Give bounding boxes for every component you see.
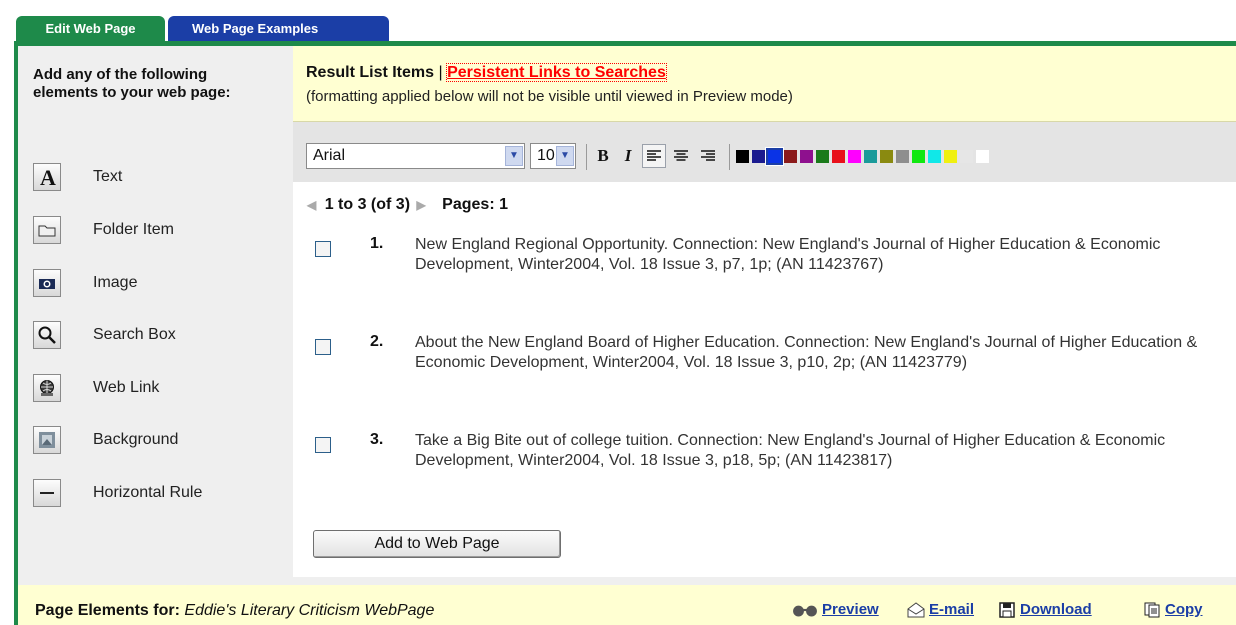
sidebar-item-image[interactable]: Image: [33, 268, 137, 298]
color-swatch[interactable]: [784, 150, 797, 163]
color-swatch[interactable]: [944, 150, 957, 163]
color-swatch[interactable]: [928, 150, 941, 163]
copy-link[interactable]: Copy: [1143, 601, 1203, 618]
color-swatch[interactable]: [765, 147, 784, 166]
header-title-row: Result List Items | Persistent Links to …: [306, 63, 667, 82]
font-select[interactable]: Arial ▼: [306, 143, 525, 169]
sidebar-item-label: Search Box: [93, 326, 176, 343]
align-left-icon: [647, 150, 661, 161]
result-number: 1.: [370, 235, 384, 252]
email-link-label[interactable]: E-mail: [929, 601, 974, 618]
pager: ◀ 1 to 3 (of 3) ▶ Pages: 1: [307, 196, 508, 214]
copy-icon: [1144, 602, 1160, 617]
main-content: Result List Items | Persistent Links to …: [293, 46, 1236, 577]
color-swatch[interactable]: [960, 150, 973, 163]
envelope-icon: [907, 601, 925, 617]
sidebar-item-label: Image: [93, 274, 138, 291]
page-title: Result List Items: [306, 64, 435, 81]
sidebar-item-label: Background: [93, 431, 179, 448]
header-subtitle: (formatting applied below will not be vi…: [306, 88, 793, 105]
color-swatch[interactable]: [864, 150, 877, 163]
sidebar-item-horizontal-rule[interactable]: Horizontal Rule: [33, 478, 202, 508]
result-citation: New England Regional Opportunity. Connec…: [415, 236, 1161, 273]
align-left-button[interactable]: [642, 144, 666, 168]
toolbar-divider: [586, 144, 587, 170]
tab-web-page-examples[interactable]: Web Page Examples: [168, 16, 389, 41]
italic-button[interactable]: I: [616, 144, 640, 168]
email-link[interactable]: E-mail: [907, 601, 974, 618]
align-center-button[interactable]: [669, 144, 693, 168]
align-center-icon: [674, 150, 688, 161]
result-citation: Take a Big Bite out of college tuition. …: [415, 432, 1166, 469]
color-swatch[interactable]: [976, 150, 989, 163]
tab-edit-web-page[interactable]: Edit Web Page: [16, 16, 165, 41]
tab-bar: Edit Web Page Web Page Examples: [16, 16, 389, 41]
horizontal-rule-icon: [33, 479, 61, 507]
result-citation: About the New England Board of Higher Ed…: [415, 334, 1198, 371]
color-swatch[interactable]: [752, 150, 765, 163]
sidebar-item-label: Web Link: [93, 379, 160, 396]
header-separator: |: [438, 64, 443, 81]
result-number: 2.: [370, 333, 384, 350]
copy-link-label[interactable]: Copy: [1165, 601, 1203, 618]
sidebar-item-text[interactable]: A Text: [33, 162, 122, 192]
align-right-icon: [701, 150, 715, 161]
result-checkbox[interactable]: [315, 437, 331, 453]
align-right-button[interactable]: [696, 144, 720, 168]
download-link[interactable]: Download: [998, 601, 1092, 618]
formatting-toolbar: Arial ▼ 10 ▼ B I: [293, 122, 1236, 182]
sidebar-item-search-box[interactable]: Search Box: [33, 320, 176, 350]
prev-page-icon[interactable]: ◀: [307, 198, 316, 212]
next-page-icon[interactable]: ▶: [416, 198, 425, 212]
sidebar-intro: Add any of the following elements to you…: [33, 66, 231, 101]
text-icon: A: [33, 163, 61, 191]
glasses-icon: [793, 605, 817, 616]
folder-icon: [33, 216, 61, 244]
persistent-links-link[interactable]: Persistent Links to Searches: [446, 63, 667, 82]
globe-icon: [33, 374, 61, 402]
color-swatch[interactable]: [816, 150, 829, 163]
sidebar-item-label: Folder Item: [93, 221, 174, 238]
font-select-value: Arial: [313, 147, 346, 164]
pager-pages: Pages: 1: [442, 196, 508, 213]
preview-link-label[interactable]: Preview: [822, 601, 879, 618]
chevron-down-icon: ▼: [556, 146, 574, 166]
svg-text:A: A: [40, 166, 56, 188]
pager-range: 1 to 3 (of 3): [324, 196, 411, 213]
color-swatch[interactable]: [800, 150, 813, 163]
color-swatch[interactable]: [736, 150, 749, 163]
font-size-value: 10: [537, 147, 555, 164]
floppy-disk-icon: [999, 601, 1015, 618]
result-number: 3.: [370, 431, 384, 448]
toolbar-divider: [729, 144, 730, 170]
bold-button[interactable]: B: [591, 144, 615, 168]
sidebar-item-background[interactable]: Background: [33, 425, 178, 455]
footer-page-name: Eddie's Literary Criticism WebPage: [184, 602, 435, 619]
result-list-header: Result List Items | Persistent Links to …: [293, 46, 1236, 122]
magnifier-icon: [33, 321, 61, 349]
sidebar-item-web-link[interactable]: Web Link: [33, 373, 159, 403]
result-checkbox[interactable]: [315, 241, 331, 257]
color-swatch[interactable]: [896, 150, 909, 163]
footer-text: Page Elements for: Eddie's Literary Crit…: [35, 602, 434, 620]
font-size-select[interactable]: 10 ▼: [530, 143, 576, 169]
sidebar-item-folder-item[interactable]: Folder Item: [33, 215, 174, 245]
camera-icon: [33, 269, 61, 297]
background-icon: [33, 426, 61, 454]
result-checkbox[interactable]: [315, 339, 331, 355]
add-to-web-page-button[interactable]: Add to Web Page: [313, 530, 561, 558]
chevron-down-icon: ▼: [505, 146, 523, 166]
color-swatch[interactable]: [832, 150, 845, 163]
color-swatch[interactable]: [848, 150, 861, 163]
preview-link[interactable]: Preview: [792, 601, 879, 618]
color-swatch[interactable]: [912, 150, 925, 163]
page-elements-footer: Page Elements for: Eddie's Literary Crit…: [18, 585, 1236, 625]
color-swatch[interactable]: [880, 150, 893, 163]
sidebar-item-label: Horizontal Rule: [93, 484, 203, 501]
sidebar-item-label: Text: [93, 168, 123, 185]
footer-label: Page Elements for:: [35, 602, 180, 619]
sidebar: Add any of the following elements to you…: [18, 46, 293, 577]
download-link-label[interactable]: Download: [1020, 601, 1092, 618]
